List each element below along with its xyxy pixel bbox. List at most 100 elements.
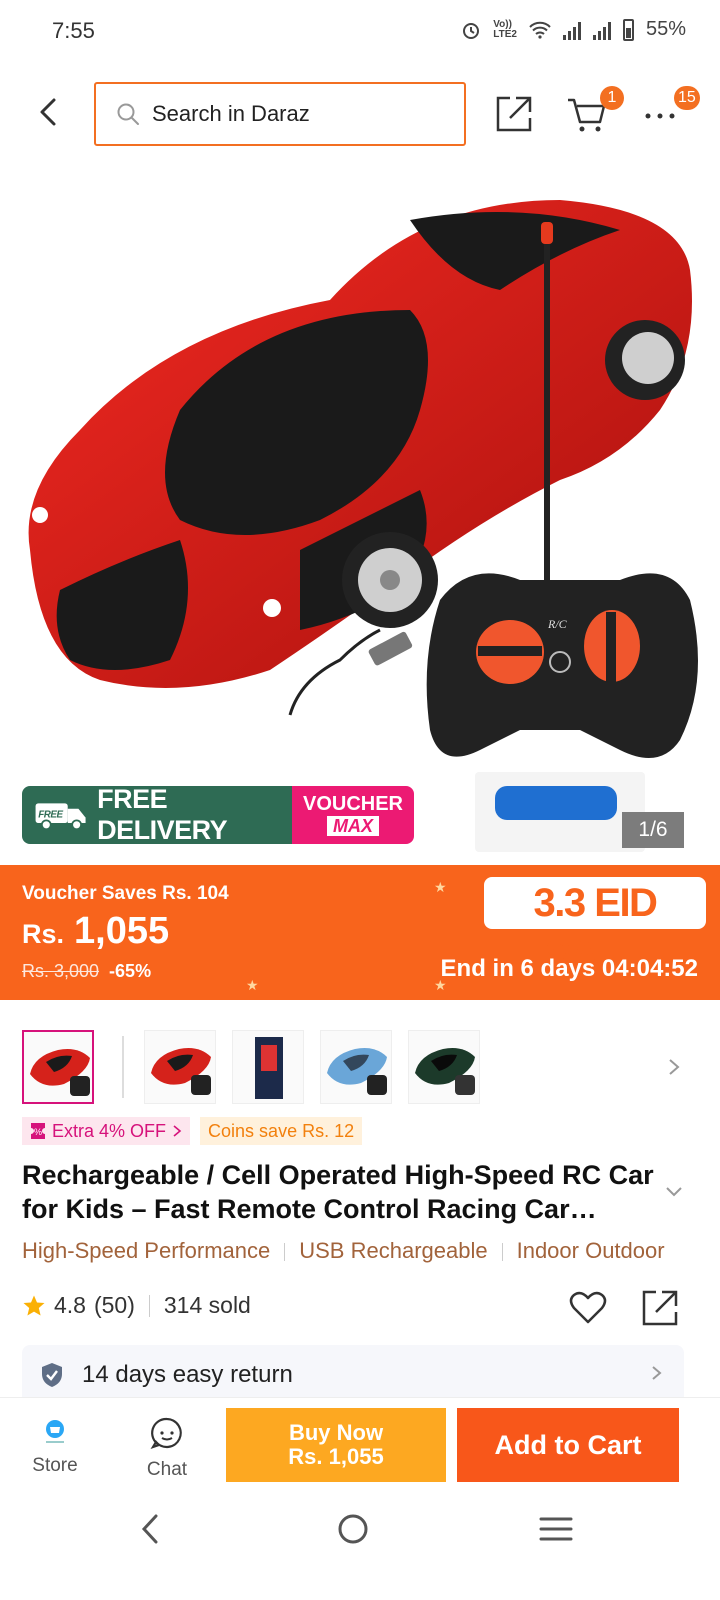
- battery-image: [475, 772, 645, 852]
- original-price-row: Rs. 3,000 -65%: [22, 961, 151, 982]
- more-button[interactable]: 15: [640, 86, 700, 134]
- sale-tag: 3.3 EID SALE: [484, 877, 706, 977]
- cart-button[interactable]: 1: [566, 86, 624, 134]
- back-icon[interactable]: [32, 92, 68, 132]
- voucher-max-badge: VOUCHER MAX: [292, 786, 414, 844]
- chat-icon: [150, 1417, 182, 1449]
- buy-now-button[interactable]: Buy Now Rs. 1,055: [226, 1408, 446, 1482]
- rating-row[interactable]: 4.8 (50) 314 sold: [22, 1292, 251, 1319]
- star-decoration: ★: [434, 879, 447, 895]
- coins-save-tag: Coins save Rs. 12: [200, 1117, 363, 1145]
- system-navigation-bar: [0, 1500, 720, 1600]
- voucher-saves-text: Voucher Saves Rs. 104: [22, 883, 229, 904]
- share-icon[interactable]: [640, 1288, 680, 1328]
- delivery-truck-icon: FREE: [35, 803, 86, 831]
- product-image-carousel[interactable]: R/C FREE FREE DELIVERY VOUCHER MAX 1/6: [0, 160, 720, 860]
- thumbnail-car-blue-icon: [327, 1048, 387, 1095]
- store-label: Store: [32, 1455, 78, 1476]
- nav-back-icon[interactable]: [136, 1512, 166, 1546]
- store-icon: [46, 1420, 64, 1443]
- thumbnail-5[interactable]: [408, 1030, 480, 1104]
- original-price: Rs. 3,000: [22, 961, 100, 981]
- feature-item: Indoor Outdoor: [516, 1238, 665, 1263]
- svg-text:FREE: FREE: [38, 810, 63, 821]
- svg-text:R/C: R/C: [547, 617, 568, 631]
- return-policy-row[interactable]: 14 days easy return: [22, 1345, 684, 1405]
- product-image: R/C: [28, 200, 698, 758]
- shield-icon: [42, 1363, 62, 1387]
- status-icons: Vo)) LTE2 55%: [461, 18, 686, 41]
- alarm-icon: [463, 22, 480, 39]
- thumbnail-car-red-icon: [30, 1049, 90, 1096]
- thumbnail-package-icon: [255, 1037, 283, 1099]
- price-banner: ★ ★ ★ Voucher Saves Rs. 104 Rs. 1,055 Rs…: [0, 865, 720, 1000]
- thumbnail-3[interactable]: [232, 1030, 304, 1104]
- product-title: Rechargeable / Cell Operated High-Speed …: [22, 1160, 654, 1224]
- wifi-icon: [529, 21, 551, 39]
- store-button[interactable]: Store: [22, 1416, 88, 1482]
- thumbnail-divider: [122, 1036, 124, 1098]
- bottom-action-bar: Store Chat Buy Now Rs. 1,055 Add to Cart: [0, 1397, 720, 1493]
- star-decoration: ★: [246, 977, 259, 993]
- chevron-right-icon: [652, 1366, 662, 1380]
- feature-item: High-Speed Performance: [22, 1238, 271, 1263]
- current-price: Rs. 1,055: [22, 910, 169, 953]
- status-time: 7:55: [52, 18, 95, 43]
- sold-count: 314 sold: [163, 1292, 251, 1318]
- feature-divider: [284, 1243, 286, 1262]
- thumbnail-1[interactable]: [22, 1030, 94, 1104]
- sale-countdown: End in 6 days 04:04:52: [440, 955, 698, 982]
- status-bar: 7:55 Vo)) LTE2 55%: [0, 0, 720, 66]
- free-delivery-label: FREE DELIVERY: [97, 786, 228, 844]
- more-badge: 15: [674, 86, 700, 110]
- price-currency: Rs.: [22, 919, 65, 949]
- buy-now-label: Buy Now: [288, 1420, 384, 1445]
- voucher-label: VOUCHER: [302, 793, 403, 815]
- free-delivery-badge: FREE FREE DELIVERY: [22, 786, 292, 844]
- nav-menu-icon[interactable]: [538, 1514, 574, 1544]
- extra-off-label: Extra 4% OFF: [52, 1121, 167, 1141]
- battery-percent: 55%: [645, 18, 686, 40]
- chevron-right-icon: [173, 1125, 182, 1137]
- voucher-max-label: MAX: [327, 816, 379, 836]
- thumbnail-car-red-icon: [151, 1048, 211, 1095]
- coupon-icon: %: [31, 1123, 45, 1139]
- svg-text:%: %: [34, 1127, 42, 1137]
- chevron-down-icon[interactable]: [662, 1182, 686, 1202]
- discount-percent: -65%: [109, 961, 152, 981]
- price-amount: 1,055: [74, 910, 170, 952]
- volte-label: Vo)): [493, 18, 512, 30]
- thumbnail-car-black-icon: [415, 1048, 475, 1095]
- search-input[interactable]: [152, 101, 452, 127]
- rating-value: 4.8: [54, 1292, 86, 1318]
- promo-tags: % Extra 4% OFF Coins save Rs. 12: [22, 1117, 363, 1145]
- search-box[interactable]: [94, 82, 466, 146]
- signal-2-icon: [592, 20, 611, 40]
- return-policy-label: 14 days easy return: [82, 1361, 293, 1388]
- heart-icon[interactable]: [568, 1288, 608, 1328]
- promo-banner: FREE FREE DELIVERY VOUCHER MAX: [22, 786, 414, 844]
- star-icon: [23, 1295, 45, 1315]
- battery-icon: [622, 18, 634, 41]
- buy-now-price: Rs. 1,055: [288, 1444, 384, 1469]
- extra-off-tag[interactable]: % Extra 4% OFF: [22, 1117, 191, 1145]
- thumbnail-4[interactable]: [320, 1030, 392, 1104]
- thumbnail-strip: [0, 1030, 720, 1110]
- rating-count: (50): [93, 1292, 135, 1318]
- cart-badge: 1: [600, 86, 624, 110]
- chat-label: Chat: [146, 1459, 188, 1480]
- rating-divider: [148, 1294, 150, 1317]
- share-icon[interactable]: [494, 94, 534, 134]
- image-counter: 1/6: [622, 812, 684, 848]
- lte-label: LTE2: [493, 28, 517, 40]
- add-to-cart-button[interactable]: Add to Cart: [457, 1408, 679, 1482]
- chat-button[interactable]: Chat: [134, 1416, 200, 1482]
- signal-1-icon: [562, 20, 581, 40]
- search-icon: [117, 103, 139, 125]
- chevron-right-icon[interactable]: [662, 1052, 686, 1082]
- nav-home-icon[interactable]: [336, 1512, 370, 1546]
- top-header: 1 15: [0, 70, 720, 156]
- feature-highlights: High-Speed Performance USB Rechargeable In…: [22, 1238, 720, 1264]
- thumbnail-2[interactable]: [144, 1030, 216, 1104]
- feature-divider: [501, 1243, 503, 1262]
